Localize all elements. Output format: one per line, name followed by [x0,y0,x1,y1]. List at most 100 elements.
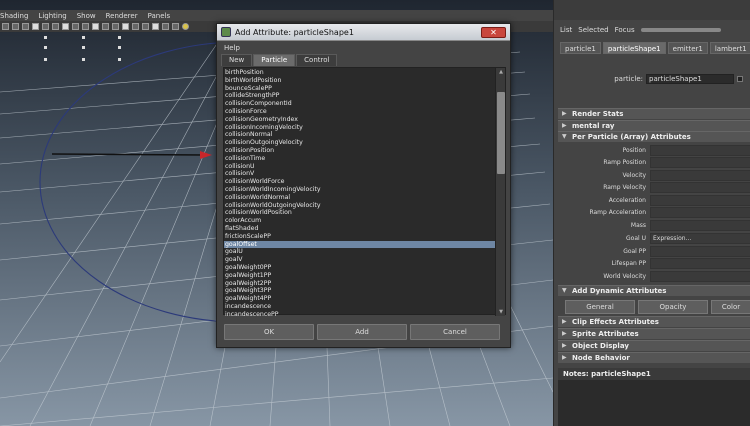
list-item[interactable]: flatShaded [224,225,496,233]
list-item[interactable]: collisionWorldForce [224,178,496,186]
attr-field[interactable] [650,258,750,269]
viewport-menu-panels[interactable]: Panels [148,12,171,20]
list-item[interactable]: goalWeight0PP [224,264,496,272]
list-item[interactable]: goalOffset [224,240,496,249]
general-button[interactable]: General [565,300,635,314]
viewport-menu-lighting[interactable]: Lighting [38,12,66,20]
tab-particle[interactable]: Particle [253,54,296,66]
safe-title-icon[interactable] [92,23,99,30]
camera-attr-icon[interactable] [12,23,19,30]
textured-icon[interactable] [132,23,139,30]
use-all-lights-icon[interactable] [142,23,149,30]
isolate-icon[interactable] [172,23,179,30]
scrollbar-thumb[interactable] [497,92,505,174]
list-item[interactable]: collisionGeometryIndex [224,116,496,124]
field-chart-icon[interactable] [72,23,79,30]
list-item[interactable]: collideStrengthPP [224,92,496,100]
list-item[interactable]: collisionForce [224,108,496,116]
section-sprite[interactable]: ▶ Sprite Attributes [558,328,750,339]
list-item[interactable]: incandescencePP [224,311,496,316]
list-item[interactable]: incandescence [224,303,496,311]
node-name-field[interactable]: particleShape1 [646,74,734,84]
list-item[interactable]: collisionV [224,170,496,178]
list-item[interactable]: birthWorldPosition [224,77,496,85]
tab-new[interactable]: New [221,54,253,66]
list-item[interactable]: collisionWorldIncomingVelocity [224,186,496,194]
focus-icon[interactable] [737,76,743,82]
list-item[interactable]: collisionWorldOutgoingVelocity [224,202,496,210]
tab-control[interactable]: Control [296,54,338,66]
list-item[interactable]: collisionWorldPosition [224,209,496,217]
scroll-down-icon[interactable]: ▼ [497,308,505,316]
scroll-up-icon[interactable]: ▲ [497,68,505,76]
resolution-gate-icon[interactable] [52,23,59,30]
cancel-button[interactable]: Cancel [410,324,500,340]
list-item[interactable]: collisionNormal [224,131,496,139]
light-icon[interactable] [182,23,189,30]
grid-icon[interactable] [32,23,39,30]
attr-field[interactable] [650,271,750,282]
attr-field[interactable] [650,207,750,218]
tab-particle1[interactable]: particle1 [560,42,601,54]
attr-field[interactable] [650,170,750,181]
color-button[interactable]: Color [711,300,750,314]
list-scrollbar[interactable]: ▲ ▼ [495,68,505,316]
list-item[interactable]: collisionComponentId [224,100,496,108]
list-item[interactable]: collisionPosition [224,147,496,155]
safe-action-icon[interactable] [82,23,89,30]
list-item[interactable]: goalV [224,256,496,264]
list-item[interactable]: goalWeight4PP [224,295,496,303]
section-mental-ray[interactable]: ▶ mental ray [558,120,750,131]
gate-mask-icon[interactable] [62,23,69,30]
film-gate-icon[interactable] [42,23,49,30]
wireframe-on-shaded-icon[interactable] [122,23,129,30]
ae-slider[interactable] [640,28,721,32]
attr-field[interactable] [650,195,750,206]
dialog-menu-help[interactable]: Help [224,44,240,52]
tab-particleshape1[interactable]: particleShape1 [602,42,666,54]
list-item[interactable]: birthPosition [224,69,496,77]
list-item[interactable]: collisionTime [224,155,496,163]
section-add-dynamic[interactable]: ▼ Add Dynamic Attributes [558,285,750,296]
ae-menu-focus[interactable]: Focus [615,26,635,34]
close-icon[interactable]: ✕ [481,27,506,38]
tab-emitter1[interactable]: emitter1 [667,42,708,54]
viewport-menu-renderer[interactable]: Renderer [106,12,138,20]
list-item[interactable]: goalWeight3PP [224,287,496,295]
attr-field[interactable] [650,246,750,257]
attr-field[interactable] [650,220,750,231]
list-item[interactable]: bounceScalePP [224,85,496,93]
viewport-menu-shading[interactable]: Shading [0,12,28,20]
section-render-stats[interactable]: ▶ Render Stats [558,108,750,119]
section-object-display[interactable]: ▶ Object Display [558,340,750,351]
ok-button[interactable]: OK [224,324,314,340]
opacity-button[interactable]: Opacity [638,300,708,314]
ae-menu-selected[interactable]: Selected [578,26,608,34]
add-button[interactable]: Add [317,324,407,340]
list-item[interactable]: collisionOutgoingVelocity [224,139,496,147]
attr-field[interactable] [650,145,750,156]
wireframe-icon[interactable] [102,23,109,30]
viewport-menu-show[interactable]: Show [77,12,96,20]
ae-menu-list[interactable]: List [560,26,572,34]
attr-field[interactable] [650,157,750,168]
xray-icon[interactable] [162,23,169,30]
list-item[interactable]: colorAccum [224,217,496,225]
attr-field[interactable] [650,182,750,193]
list-item[interactable]: frictionScalePP [224,233,496,241]
list-item[interactable]: collisionU [224,163,496,171]
section-node-behavior[interactable]: ▶ Node Behavior [558,352,750,363]
section-clip-effects[interactable]: ▶ Clip Effects Attributes [558,316,750,327]
camera-icon[interactable] [2,23,9,30]
list-item[interactable]: goalWeight1PP [224,272,496,280]
notes-textarea[interactable] [558,380,750,426]
list-item[interactable]: goalU [224,248,496,256]
tab-lambert1[interactable]: lambert1 [709,42,750,54]
list-item[interactable]: collisionWorldNormal [224,194,496,202]
bookmark-icon[interactable] [22,23,29,30]
section-per-particle[interactable]: ▼ Per Particle (Array) Attributes [558,131,750,142]
smooth-shade-icon[interactable] [112,23,119,30]
dialog-titlebar[interactable]: Add Attribute: particleShape1 ✕ [217,24,510,41]
attr-field[interactable]: Expression... [650,233,750,244]
shadows-icon[interactable] [152,23,159,30]
